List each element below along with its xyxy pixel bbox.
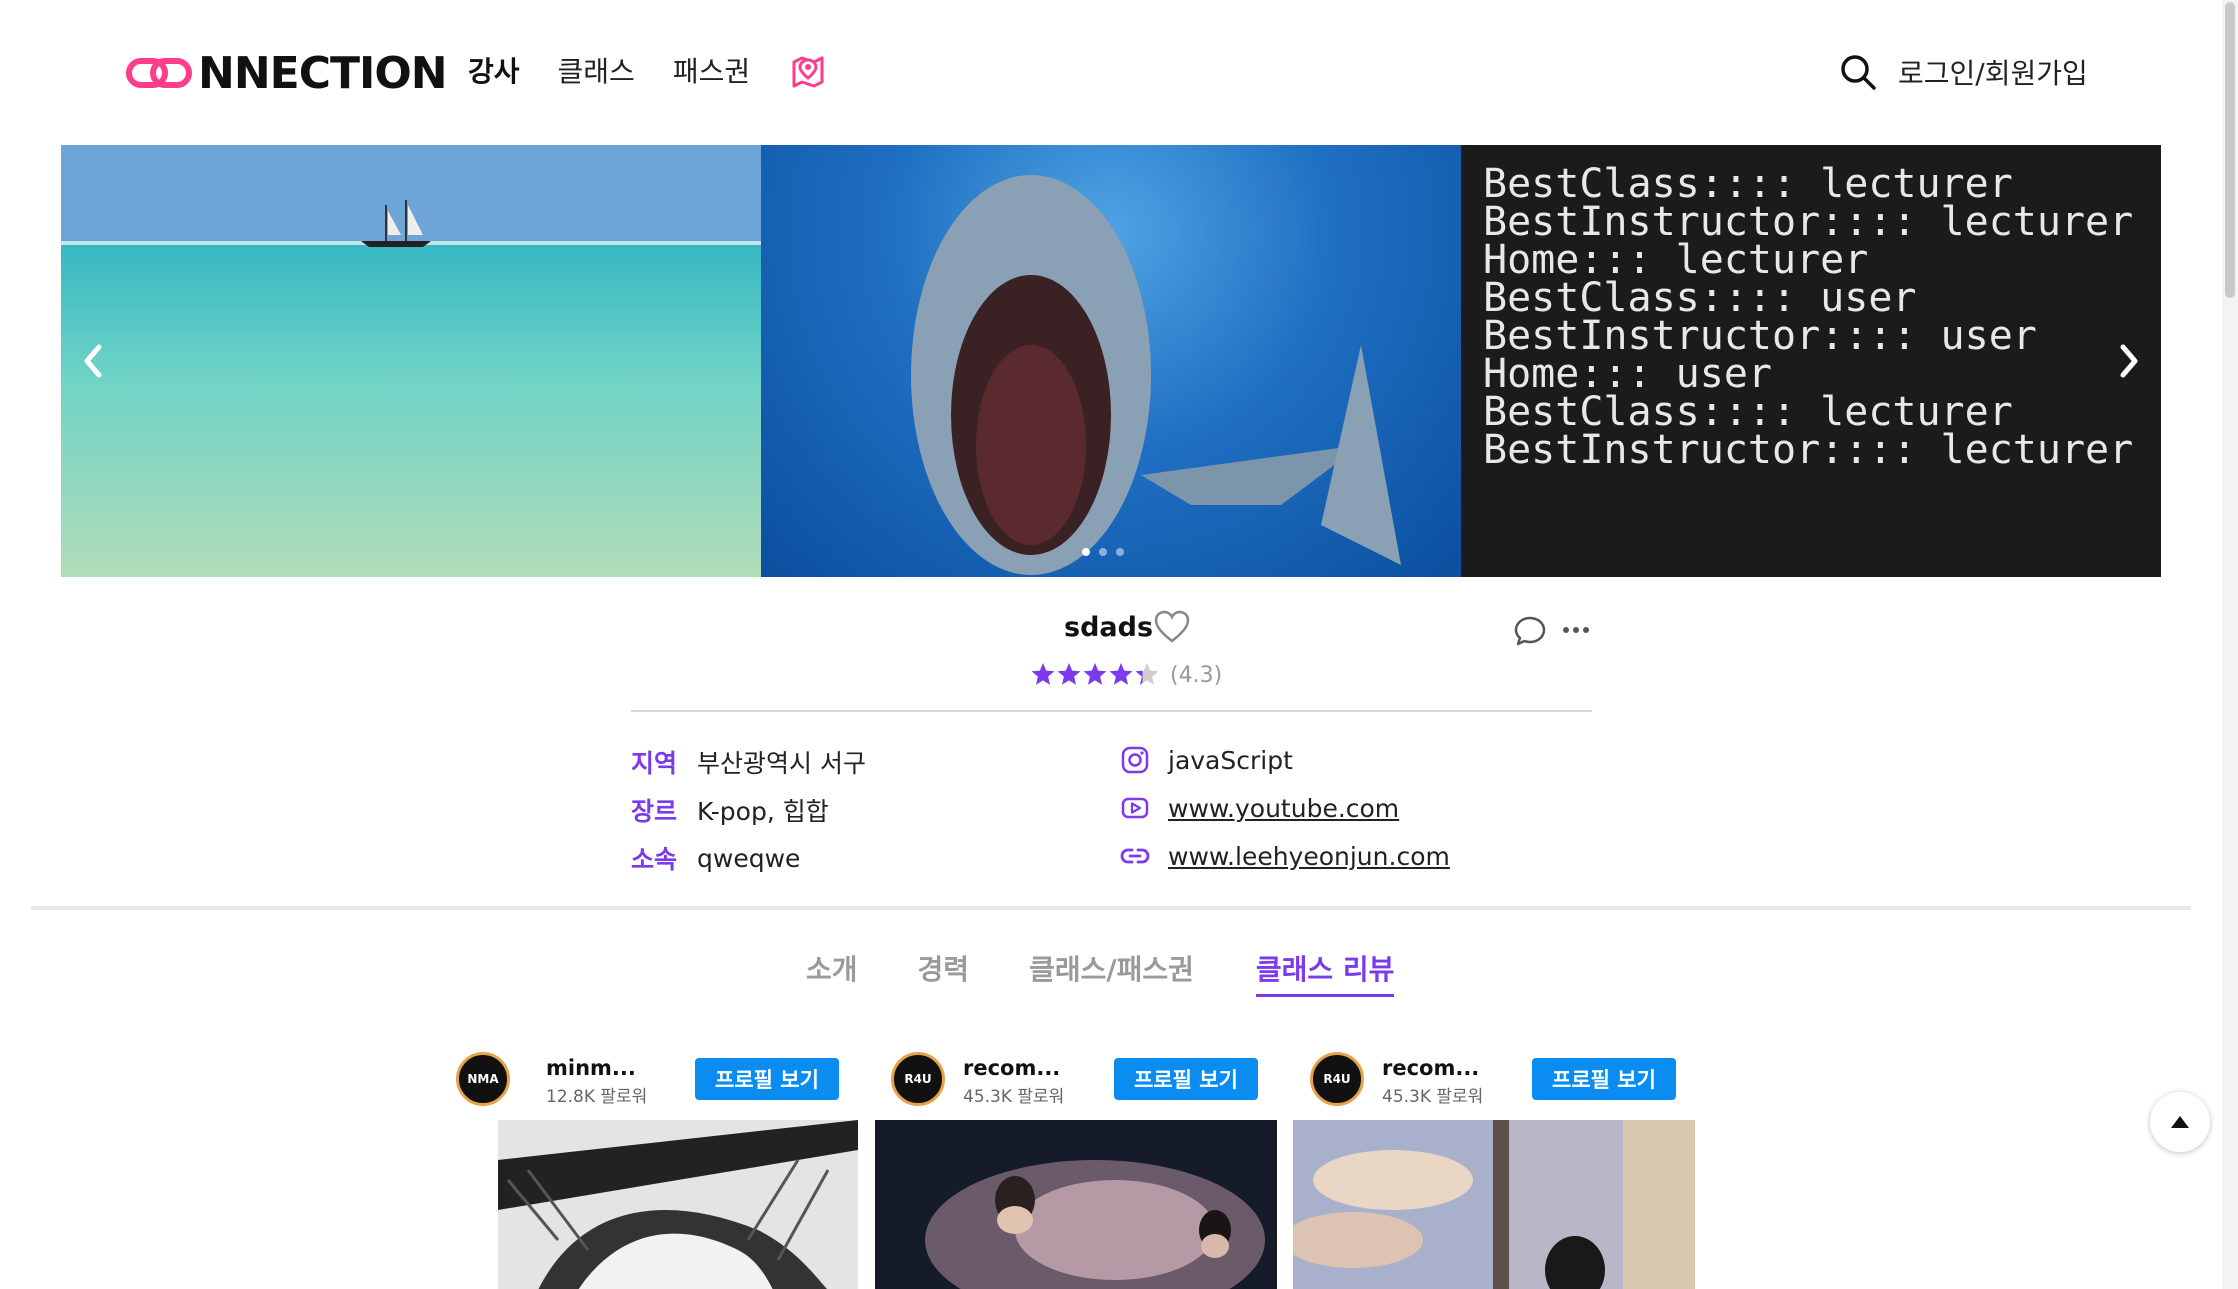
youtube-link[interactable]: www.youtube.com [1120, 793, 1399, 823]
manga-art-image [498, 1120, 858, 1289]
review-author-name[interactable]: recom... [963, 1056, 1060, 1080]
header-right: 로그인/회원가입 [1838, 52, 2088, 92]
view-profile-button[interactable]: 프로필 보기 [1114, 1058, 1258, 1100]
info-value: qweqwe [697, 843, 801, 873]
carousel-dot[interactable] [1116, 548, 1124, 556]
scrollbar-thumb[interactable] [2225, 2, 2235, 298]
profile-name: sdads [1064, 612, 1154, 643]
review-author-followers: 12.8K 팔로워 [546, 1087, 648, 1107]
view-profile-button[interactable]: 프로필 보기 [1532, 1058, 1676, 1100]
review-card: NMA minm... 12.8K 팔로워 프로필 보기 [456, 1048, 884, 1289]
website-link[interactable]: www.leehyeonjun.com [1120, 841, 1450, 871]
code-line: BestInstructor:::: lecturer [1483, 427, 2134, 473]
logo[interactable]: NNECTION [126, 47, 448, 99]
chat-icon[interactable] [1513, 614, 1547, 648]
carousel-slide-shark [761, 145, 1461, 577]
star-icon [1057, 663, 1081, 685]
info-key: 지역 [631, 749, 678, 778]
instagram-link-text: javaScript [1168, 745, 1293, 775]
more-options-icon[interactable] [1562, 626, 1590, 634]
instagram-link[interactable]: javaScript [1120, 745, 1293, 775]
section-divider [31, 906, 2191, 910]
image-carousel: BestClass:::: lecturer BestInstructor:::… [61, 145, 2161, 577]
info-row-genre: 장르 K-pop, 힙합 [631, 792, 829, 828]
shark-image [911, 175, 1401, 575]
youtube-link-text: www.youtube.com [1168, 793, 1400, 823]
star-icon [1031, 663, 1055, 685]
review-image[interactable] [498, 1120, 858, 1289]
rating-value: (4.3) [1170, 662, 1223, 688]
review-card: R4U recom... 45.3K 팔로워 프로필 보기 [875, 1048, 1291, 1289]
carousel-prev-arrow-icon[interactable] [73, 337, 113, 385]
login-signup-link[interactable]: 로그인/회원가입 [1898, 52, 2088, 92]
photo-window-image [1293, 1120, 1695, 1289]
main-nav: 강사 클래스 패스권 [468, 50, 828, 90]
carousel-slide-code: BestClass:::: lecturer BestInstructor:::… [1461, 145, 2161, 577]
carousel-slide-sea [61, 145, 761, 577]
nav-item-instructors[interactable]: 강사 [468, 50, 520, 90]
header: NNECTION 강사 클래스 패스권 로그인/회원가입 [0, 0, 2238, 145]
scroll-to-top-button[interactable] [2150, 1092, 2210, 1152]
youtube-icon [1121, 797, 1149, 819]
info-key: 장르 [631, 797, 678, 826]
avatar[interactable]: NMA [456, 1052, 510, 1106]
review-author-name[interactable]: recom... [1382, 1056, 1479, 1080]
view-profile-button[interactable]: 프로필 보기 [695, 1058, 839, 1100]
tab-classes-pass[interactable]: 클래스/패스권 [1029, 948, 1194, 997]
logo-text: NNECTION [198, 47, 448, 99]
tab-intro[interactable]: 소개 [806, 948, 858, 997]
heart-icon[interactable] [1154, 610, 1190, 644]
review-author-name[interactable]: minm... [546, 1056, 636, 1080]
carousel-dot[interactable] [1082, 548, 1090, 556]
rating-stars [1031, 663, 1159, 685]
carousel-dots [1082, 548, 1124, 556]
review-card-header: NMA minm... 12.8K 팔로워 프로필 보기 [456, 1048, 884, 1110]
tab-class-reviews[interactable]: 클래스 리뷰 [1255, 948, 1395, 997]
review-author-followers: 45.3K 팔로워 [1382, 1087, 1484, 1107]
review-card-header: R4U recom... 45.3K 팔로워 프로필 보기 [891, 1048, 1291, 1110]
star-icon [1109, 663, 1133, 685]
review-card-header: R4U recom... 45.3K 팔로워 프로필 보기 [1310, 1048, 1710, 1110]
carousel-dot[interactable] [1099, 548, 1107, 556]
nav-item-classes[interactable]: 클래스 [558, 50, 635, 90]
instagram-icon [1121, 746, 1149, 774]
review-image[interactable] [1293, 1120, 1695, 1289]
nav-item-pass[interactable]: 패스권 [673, 50, 750, 90]
tab-career[interactable]: 경력 [918, 948, 970, 997]
profile-divider [631, 710, 1592, 712]
info-value: 부산광역시 서구 [697, 749, 866, 778]
star-icon [1083, 663, 1107, 685]
star-icon [1135, 663, 1159, 685]
carousel-next-arrow-icon[interactable] [2109, 337, 2149, 385]
sea-boat-image [61, 145, 761, 577]
review-image[interactable] [875, 1120, 1277, 1289]
info-key: 소속 [631, 845, 678, 874]
link-icon [1120, 848, 1150, 864]
caret-up-icon [2171, 1116, 2189, 1128]
info-row-affiliation: 소속 qweqwe [631, 840, 800, 876]
logo-rings-icon [126, 58, 192, 88]
rating: (4.3) [1030, 661, 1222, 689]
review-author-followers: 45.3K 팔로워 [963, 1087, 1065, 1107]
website-link-text: www.leehyeonjun.com [1168, 841, 1450, 871]
vertical-scrollbar[interactable] [2222, 0, 2238, 1289]
map-icon[interactable] [788, 50, 828, 90]
avatar[interactable]: R4U [1310, 1052, 1364, 1106]
info-value: K-pop, 힙합 [697, 797, 829, 826]
search-icon[interactable] [1838, 52, 1878, 92]
photo-couple-image [875, 1120, 1277, 1289]
avatar[interactable]: R4U [891, 1052, 945, 1106]
review-card: R4U recom... 45.3K 팔로워 프로필 보기 [1293, 1048, 1710, 1289]
profile-tabs: 소개 경력 클래스/패스권 클래스 리뷰 [806, 948, 1395, 997]
info-row-region: 지역 부산광역시 서구 [631, 744, 866, 780]
